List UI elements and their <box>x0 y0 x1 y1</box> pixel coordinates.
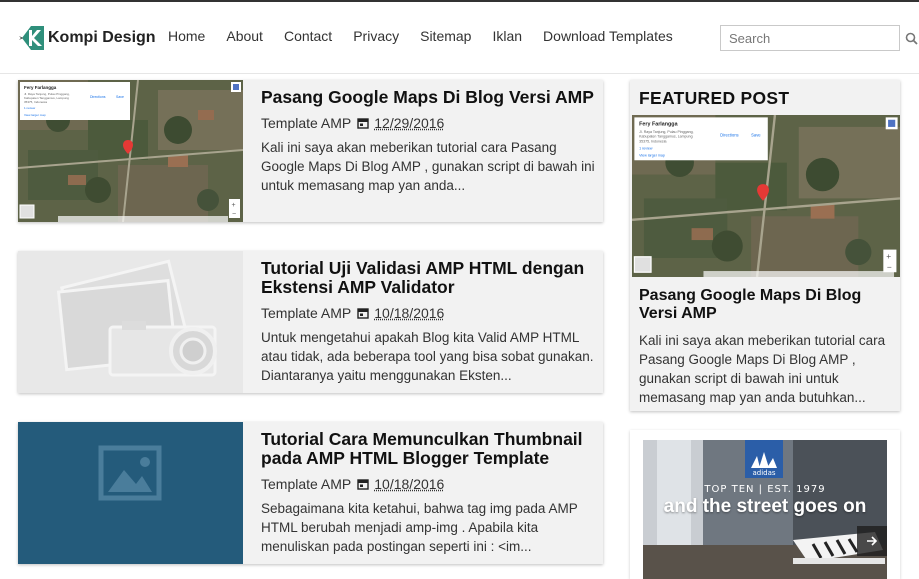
image-placeholder-icon <box>18 422 243 564</box>
post-thumbnail-placeholder[interactable] <box>18 422 243 564</box>
arrow-right-icon <box>867 536 878 546</box>
site-name: Kompi Design <box>48 29 156 46</box>
calendar-icon <box>357 308 369 319</box>
kompi-logo-icon <box>19 26 44 50</box>
post-excerpt: Sebagaimana kita ketahui, bahwa tag img … <box>261 501 578 554</box>
calendar-icon <box>357 118 369 129</box>
search-box <box>720 25 918 51</box>
svg-text:+: + <box>886 251 891 261</box>
post-thumbnail-placeholder[interactable] <box>18 251 243 393</box>
site-logo[interactable]: Kompi Design <box>18 24 156 52</box>
svg-text:Save: Save <box>751 132 761 137</box>
svg-text:1 review: 1 review <box>24 106 36 110</box>
svg-text:−: − <box>887 262 892 272</box>
svg-text:Fery Farlangga: Fery Farlangga <box>639 122 678 128</box>
ad-tagline: and the street goes on <box>663 496 867 517</box>
map-image: Fery Farlangga Jl. Raya Tanjung, Pulau P… <box>632 115 900 277</box>
svg-text:+: + <box>232 202 236 209</box>
main-nav: Home About Contact Privacy Sitemap Iklan… <box>168 28 694 44</box>
post-card: Fery Farlangga Jl. Raya Tanjung, Pulau P… <box>18 80 603 222</box>
svg-text:Jl. Raya Tanjung, Pulau Pingga: Jl. Raya Tanjung, Pulau Pinggang, <box>639 130 693 134</box>
featured-excerpt: Kali ini saya akan meberikan tutorial ca… <box>639 333 886 405</box>
search-input[interactable] <box>721 26 905 50</box>
nav-about[interactable]: About <box>226 28 263 44</box>
post-excerpt: Kali ini saya akan meberikan tutorial ca… <box>261 140 595 193</box>
svg-text:35375, Indonesia: 35375, Indonesia <box>639 139 666 143</box>
ad-image[interactable]: adidas TOP TEN | EST. 1979 and the stree… <box>643 440 887 579</box>
calendar-icon <box>357 479 369 490</box>
site-header: Kompi Design Home About Contact Privacy … <box>0 2 919 74</box>
post-excerpt: Untuk mengetahui apakah Blog kita Valid … <box>261 330 594 383</box>
map-image: Fery Farlangga Jl. Raya Tanjung, Pulau P… <box>18 80 243 222</box>
featured-title[interactable]: Pasang Google Maps Di Blog Versi AMP <box>639 287 894 323</box>
nav-home[interactable]: Home <box>168 28 205 44</box>
post-meta: Template AMP 12/29/2016 <box>261 115 596 131</box>
post-body: Tutorial Cara Memunculkan Thumbnail pada… <box>261 430 596 556</box>
post-meta: Template AMP 10/18/2016 <box>261 476 596 492</box>
post-title[interactable]: Tutorial Uji Validasi AMP HTML dengan Ek… <box>261 259 596 297</box>
post-category[interactable]: Template AMP <box>261 476 351 492</box>
ad-brand: adidas <box>752 469 776 477</box>
post-category[interactable]: Template AMP <box>261 305 351 321</box>
nav-contact[interactable]: Contact <box>284 28 332 44</box>
featured-heading: FEATURED POST <box>639 88 790 108</box>
svg-text:Directions: Directions <box>720 132 738 137</box>
svg-text:Fery Farlangga: Fery Farlangga <box>24 85 57 90</box>
post-body: Pasang Google Maps Di Blog Versi AMP Tem… <box>261 88 596 195</box>
svg-text:View larger map: View larger map <box>24 113 46 117</box>
post-meta: Template AMP 10/18/2016 <box>261 305 596 321</box>
svg-text:Directions: Directions <box>90 95 106 99</box>
post-title[interactable]: Pasang Google Maps Di Blog Versi AMP <box>261 88 596 107</box>
svg-text:35375, Indonesia: 35375, Indonesia <box>24 100 47 104</box>
svg-text:−: − <box>232 211 236 218</box>
svg-text:Kabupaten Tanggamus, Lampung: Kabupaten Tanggamus, Lampung <box>639 135 692 139</box>
nav-privacy[interactable]: Privacy <box>353 28 399 44</box>
post-title[interactable]: Tutorial Cara Memunculkan Thumbnail pada… <box>261 430 596 468</box>
post-body: Tutorial Uji Validasi AMP HTML dengan Ek… <box>261 259 596 385</box>
post-card: Tutorial Cara Memunculkan Thumbnail pada… <box>18 422 603 564</box>
svg-text:1 review: 1 review <box>639 147 653 151</box>
ad-tagline-small: TOP TEN | EST. 1979 <box>704 484 826 495</box>
featured-post-widget: FEATURED POST Fery Farlangga Jl. Raya Ta… <box>630 80 900 411</box>
post-date: 10/18/2016 <box>374 476 445 492</box>
nav-download-templates[interactable]: Download Templates <box>543 28 673 44</box>
ad-next-button[interactable] <box>857 526 887 556</box>
search-icon[interactable] <box>905 26 918 50</box>
post-date: 12/29/2016 <box>374 115 445 131</box>
post-date: 10/18/2016 <box>374 305 445 321</box>
post-card: Tutorial Uji Validasi AMP HTML dengan Ek… <box>18 251 603 393</box>
post-category[interactable]: Template AMP <box>261 115 351 131</box>
post-thumbnail-map[interactable]: Fery Farlangga Jl. Raya Tanjung, Pulau P… <box>18 80 243 222</box>
nav-iklan[interactable]: Iklan <box>492 28 522 44</box>
nav-sitemap[interactable]: Sitemap <box>420 28 471 44</box>
svg-text:View larger map: View larger map <box>639 154 665 158</box>
svg-text:Save: Save <box>116 95 124 99</box>
camera-placeholder-icon <box>18 251 243 393</box>
featured-thumbnail-map[interactable]: Fery Farlangga Jl. Raya Tanjung, Pulau P… <box>632 115 900 277</box>
ad-banner: adidas TOP TEN | EST. 1979 and the stree… <box>630 430 900 579</box>
